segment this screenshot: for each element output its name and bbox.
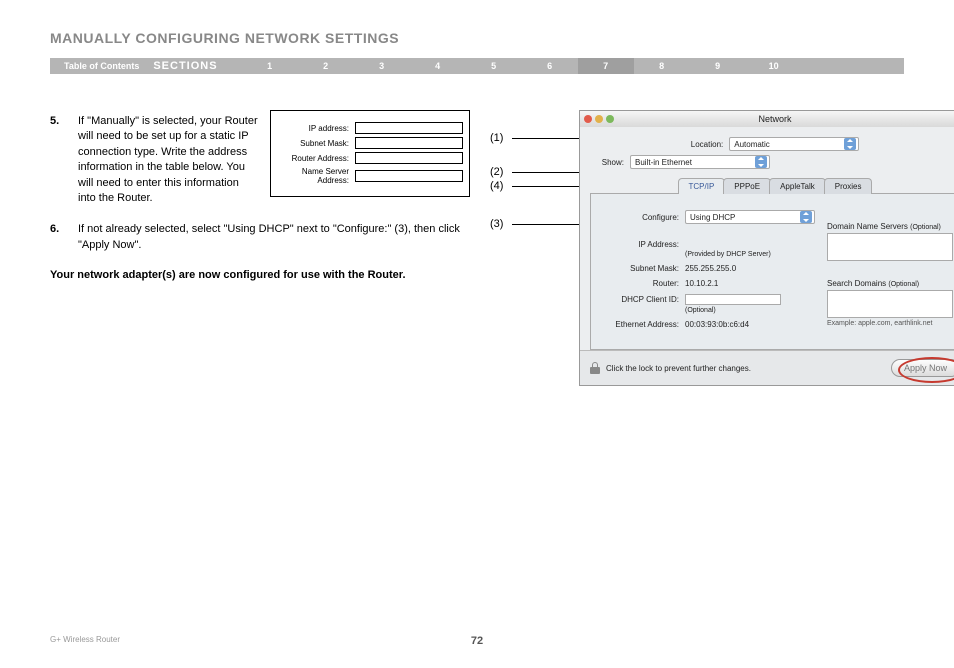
search-optional: (Optional) [888, 281, 919, 288]
step-6-number: 6. [50, 222, 78, 253]
nav-section-2[interactable]: 2 [298, 61, 354, 71]
ip-address-label: IP address: [277, 124, 355, 133]
location-label: Location: [691, 140, 729, 149]
configure-dropdown[interactable]: Using DHCP [685, 210, 815, 224]
search-example: Example: apple.com, earthlink.net [827, 320, 954, 327]
tab-tcpip[interactable]: TCP/IP [678, 178, 726, 194]
dropdown-arrows-icon [800, 211, 812, 223]
tabs-row: TCP/IP PPPoE AppleTalk Proxies [590, 177, 954, 194]
configure-value: Using DHCP [690, 213, 735, 222]
nav-section-10[interactable]: 10 [746, 61, 802, 71]
apply-now-button[interactable]: Apply Now [891, 359, 954, 377]
window-titlebar: Network [580, 111, 954, 127]
page-footer: G+ Wireless Router 72 [50, 635, 904, 644]
window-title: Network [758, 114, 791, 124]
subnet-mask-field[interactable] [355, 137, 463, 149]
dns-textarea[interactable] [827, 233, 953, 261]
nav-section-9[interactable]: 9 [690, 61, 746, 71]
nav-section-4[interactable]: 4 [410, 61, 466, 71]
minimize-icon[interactable] [595, 115, 603, 123]
callout-1: (1) [490, 132, 512, 144]
tab-content: Configure: Using DHCP IP Address: (Provi… [590, 194, 954, 350]
dns-label: Domain Name Servers [827, 222, 908, 231]
callout-2: (2) [490, 166, 512, 178]
ethernet-value: 00:03:93:0b:c6:d4 [685, 320, 749, 329]
show-dropdown[interactable]: Built-in Ethernet [630, 155, 770, 169]
tab-proxies[interactable]: Proxies [824, 178, 873, 194]
location-value: Automatic [734, 140, 770, 149]
nav-section-5[interactable]: 5 [466, 61, 522, 71]
window-footer: Click the lock to prevent further change… [580, 350, 954, 385]
subnet-value-mac: 255.255.255.0 [685, 264, 736, 273]
dhcp-client-input[interactable] [685, 294, 781, 305]
name-server-label: Name Server Address: [277, 167, 355, 185]
nav-section-3[interactable]: 3 [354, 61, 410, 71]
lock-icon[interactable] [590, 362, 600, 374]
dns-optional: (Optional) [910, 224, 941, 231]
tab-pppoe[interactable]: PPPoE [723, 178, 771, 194]
router-address-field[interactable] [355, 152, 463, 164]
subnet-mask-label: Subnet Mask: [277, 139, 355, 148]
configure-label: Configure: [601, 213, 685, 222]
router-value-mac: 10.10.2.1 [685, 279, 718, 288]
name-server-field[interactable] [355, 170, 463, 182]
step-6-text: If not already selected, select "Using D… [78, 222, 478, 253]
router-address-label: Router Address: [277, 154, 355, 163]
page-heading: MANUALLY CONFIGURING NETWORK SETTINGS [50, 30, 904, 46]
nav-section-1[interactable]: 1 [242, 61, 298, 71]
network-preferences-window: Network Location: Automatic Show: Built-… [579, 110, 954, 386]
step-5-number: 5. [50, 114, 78, 206]
ip-address-label-mac: IP Address: [601, 240, 685, 249]
router-label-mac: Router: [601, 279, 685, 288]
nav-toc[interactable]: Table of Contents [50, 61, 153, 71]
search-domains-textarea[interactable] [827, 290, 953, 318]
nav-sections-label: SECTIONS [153, 60, 241, 72]
nav-section-7[interactable]: 7 [578, 58, 634, 74]
callout-4: (4) [490, 180, 512, 192]
window-traffic-lights [584, 115, 614, 123]
tab-appletalk[interactable]: AppleTalk [769, 178, 826, 194]
zoom-icon[interactable] [606, 115, 614, 123]
step-5-text: If "Manually" is selected, your Router w… [78, 114, 258, 206]
show-value: Built-in Ethernet [635, 158, 692, 167]
location-dropdown[interactable]: Automatic [729, 137, 859, 151]
ip-address-field[interactable] [355, 122, 463, 134]
dhcp-client-label: DHCP Client ID: [601, 295, 685, 304]
ip-provided-note: (Provided by DHCP Server) [685, 251, 771, 258]
dropdown-arrows-icon [755, 156, 767, 168]
callout-3: (3) [490, 218, 512, 230]
page-number: 72 [471, 635, 483, 647]
search-domains-label: Search Domains [827, 279, 886, 288]
ethernet-label: Ethernet Address: [601, 320, 685, 329]
dhcp-client-note: (Optional) [685, 307, 716, 314]
nav-section-8[interactable]: 8 [634, 61, 690, 71]
dropdown-arrows-icon [844, 138, 856, 150]
section-navbar: Table of Contents SECTIONS 1 2 3 4 5 6 7… [50, 58, 904, 74]
ip-info-table: IP address: Subnet Mask: Router Address:… [270, 110, 470, 197]
close-icon[interactable] [584, 115, 592, 123]
subnet-label-mac: Subnet Mask: [601, 264, 685, 273]
nav-section-6[interactable]: 6 [522, 61, 578, 71]
footer-product: G+ Wireless Router [50, 635, 120, 644]
lock-text: Click the lock to prevent further change… [606, 364, 751, 373]
show-label: Show: [590, 158, 630, 167]
